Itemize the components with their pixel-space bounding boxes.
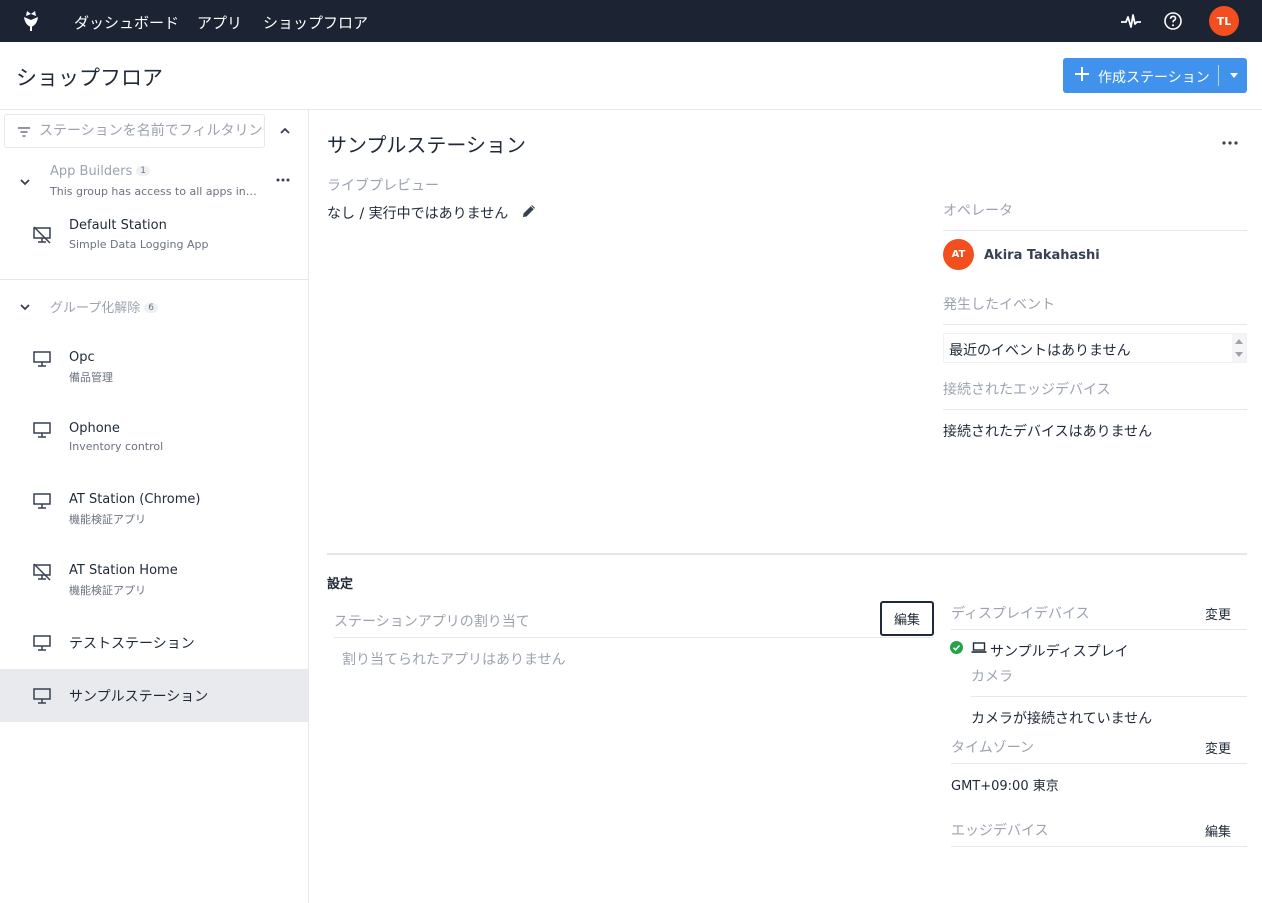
scroll-up-icon[interactable]	[1235, 339, 1243, 344]
station-item-active[interactable]: サンプルステーション	[0, 669, 308, 722]
user-avatar[interactable]: TL	[1209, 6, 1239, 36]
operator-label: オペレータ	[943, 203, 1013, 219]
camera-value: カメラが接続されていません	[971, 711, 1153, 727]
display-off-icon	[33, 226, 51, 244]
filter-box	[4, 114, 265, 148]
filter-icon	[18, 127, 30, 137]
laptop-icon	[971, 642, 987, 653]
station-name: サンプルステーション	[69, 689, 209, 705]
group-count-badge: 6	[144, 303, 158, 313]
group-ungrouped[interactable]: グループ化解除 6	[0, 286, 308, 326]
scroll-down-icon[interactable]	[1235, 352, 1243, 357]
app-assign-edit-button[interactable]: 編集	[880, 601, 934, 636]
monitor-icon	[33, 422, 51, 438]
station-app: Simple Data Logging App	[69, 238, 209, 251]
edge-devices-value: 接続されたデバイスはありません	[943, 424, 1153, 440]
station-item[interactable]: Default Station Simple Data Logging App	[0, 208, 308, 261]
app-assign-value: 割り当てられたアプリはありません	[342, 652, 566, 668]
plus-icon	[1075, 67, 1089, 81]
station-app: 機能検証アプリ	[69, 584, 146, 597]
divider	[971, 696, 1247, 697]
monitor-icon	[33, 351, 51, 367]
group-app-builders[interactable]: App Builders 1 This group has access to a…	[0, 160, 308, 208]
chevron-up-icon[interactable]	[278, 124, 292, 138]
app-assign-label: ステーションアプリの割り当て	[334, 614, 530, 630]
chevron-down-icon[interactable]	[18, 175, 32, 189]
divider	[943, 230, 1247, 231]
station-title: サンプルステーション	[327, 133, 526, 157]
nav-dashboard[interactable]: ダッシュボード	[74, 12, 179, 33]
station-item[interactable]: Ophone Inventory control	[0, 403, 308, 456]
timezone-value: GMT+09:00 東京	[951, 779, 1059, 794]
settings-title: 設定	[327, 577, 354, 592]
station-name: AT Station (Chrome)	[69, 492, 201, 507]
group-description: This group has access to all apps in t..…	[50, 185, 260, 198]
station-name: テストステーション	[69, 636, 195, 652]
section-divider	[327, 553, 1247, 555]
check-circle-icon	[950, 641, 963, 654]
display-device-label: ディスプレイデバイス	[951, 606, 1090, 622]
activity-pulse-icon[interactable]	[1120, 10, 1142, 32]
top-navbar: ダッシュボード アプリ ショップフロア TL	[0, 0, 1262, 42]
display-off-icon	[33, 563, 51, 581]
divider	[334, 637, 934, 638]
pencil-icon[interactable]	[520, 202, 538, 220]
timezone-label: タイムゾーン	[951, 740, 1035, 756]
group-name: グループ化解除 6	[50, 297, 158, 316]
nav-apps[interactable]: アプリ	[197, 12, 242, 33]
monitor-icon	[33, 635, 51, 651]
station-item[interactable]: AT Station (Chrome) 機能検証アプリ	[0, 474, 308, 527]
button-separator	[1218, 65, 1219, 86]
station-name: Opc	[69, 350, 95, 365]
divider	[951, 763, 1247, 764]
station-app: 備品管理	[69, 371, 113, 384]
create-station-button[interactable]: 作成ステーション	[1063, 58, 1247, 93]
station-app: Inventory control	[69, 440, 164, 453]
edge-devices-label: 接続されたエッジデバイス	[943, 382, 1111, 398]
divider	[951, 846, 1247, 847]
camera-label: カメラ	[971, 669, 1013, 685]
tulip-logo-icon[interactable]	[20, 10, 42, 32]
more-horizontal-icon[interactable]	[275, 172, 291, 188]
nav-shop-floor[interactable]: ショップフロア	[263, 12, 368, 33]
chevron-down-icon[interactable]	[18, 300, 32, 314]
caret-down-icon[interactable]	[1230, 73, 1238, 78]
live-preview-value: なし / 実行中ではありません	[327, 206, 509, 222]
filter-input[interactable]	[39, 115, 264, 147]
help-circle-icon[interactable]	[1162, 10, 1184, 32]
monitor-icon	[33, 688, 51, 704]
station-item[interactable]: AT Station Home 機能検証アプリ	[0, 545, 308, 598]
events-scrollbar[interactable]	[1232, 334, 1246, 362]
events-value: 最近のイベントはありません	[949, 343, 1131, 359]
station-name: Default Station	[69, 218, 167, 233]
live-preview-label: ライブプレビュー	[327, 178, 439, 194]
station-sidebar: App Builders1 This group has access to a…	[0, 110, 309, 903]
station-item[interactable]: テストステーション	[0, 616, 308, 669]
divider	[943, 324, 1247, 325]
more-horizontal-icon[interactable]	[1221, 135, 1239, 151]
group-divider	[0, 279, 308, 280]
edge-device-edit-button[interactable]: 編集	[1205, 821, 1231, 840]
station-name: AT Station Home	[69, 563, 178, 578]
group-count-badge: 1	[136, 166, 151, 176]
monitor-icon	[33, 493, 51, 509]
display-device-name: サンプルディスプレイ	[990, 644, 1129, 660]
divider	[951, 629, 1247, 630]
divider	[943, 409, 1247, 410]
operator-name: Akira Takahashi	[984, 248, 1100, 263]
station-item[interactable]: Opc 備品管理	[0, 332, 308, 385]
create-station-label: 作成ステーション	[1098, 70, 1210, 86]
display-change-button[interactable]: 変更	[1205, 604, 1231, 623]
operator-avatar: AT	[943, 239, 974, 270]
edge-device-label: エッジデバイス	[951, 823, 1049, 839]
events-list[interactable]: 最近のイベントはありません	[943, 333, 1247, 363]
events-label: 発生したイベント	[943, 297, 1055, 313]
station-app: 機能検証アプリ	[69, 513, 146, 526]
group-name: App Builders 1	[50, 164, 151, 179]
page-title: ショップフロア	[16, 66, 163, 90]
timezone-change-button[interactable]: 変更	[1205, 738, 1231, 757]
station-name: Ophone	[69, 421, 120, 436]
